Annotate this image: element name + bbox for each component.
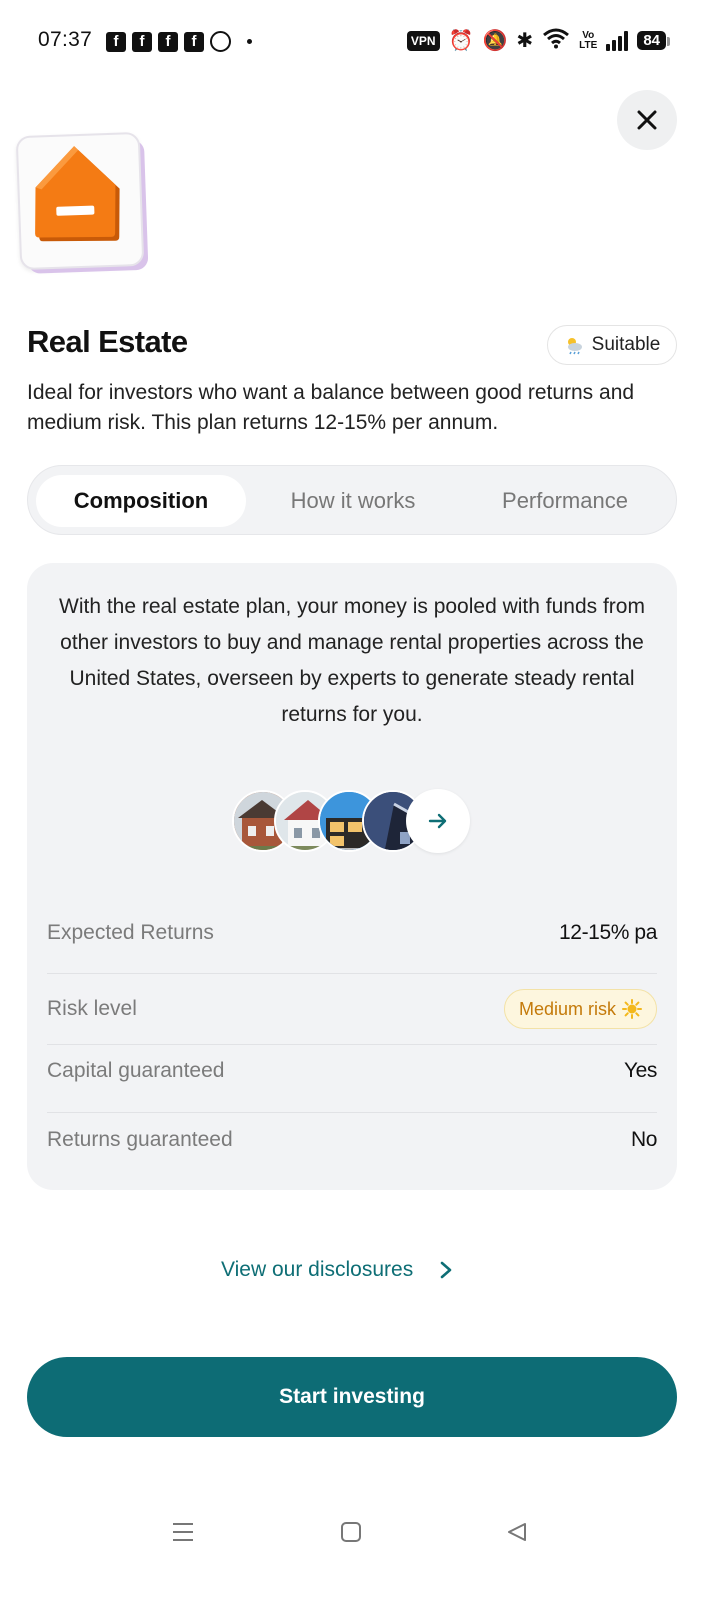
recent-apps-button[interactable] (169, 1518, 197, 1546)
facebook-icon: f (106, 31, 126, 52)
chevron-right-icon (440, 1261, 452, 1279)
divider (47, 1112, 657, 1113)
detail-row-risk-level: Risk level Medium risk (47, 989, 657, 1029)
tab-how-it-works[interactable]: How it works (248, 475, 458, 527)
detail-value: No (630, 1128, 657, 1151)
detail-row-expected-returns: Expected Returns 12-15% pa (47, 915, 657, 951)
divider (47, 1044, 657, 1045)
disclosures-link[interactable]: View our disclosures (221, 1258, 453, 1282)
tab-bar: Composition How it works Performance (27, 465, 677, 535)
menu-icon (173, 1523, 193, 1541)
detail-label: Risk level (47, 997, 137, 1020)
bluetooth-icon: ✱ (516, 29, 534, 52)
view-properties-button[interactable] (406, 789, 470, 853)
divider (47, 973, 657, 974)
sun-icon (622, 999, 642, 1019)
system-nav-bar (0, 1500, 720, 1564)
close-button[interactable] (617, 90, 677, 150)
volte-icon: Vo LTE (579, 30, 598, 51)
status-bar: 07:37 f f f f VPN ⏰ 🔕 ✱ Vo LTE 84 (0, 0, 720, 80)
risk-badge: Medium risk (503, 989, 657, 1029)
signal-icon (606, 30, 629, 51)
wifi-icon (542, 27, 570, 54)
back-triangle-icon (508, 1523, 526, 1541)
facebook-icon: f (158, 31, 178, 52)
notification-icons: f f f f (106, 31, 252, 52)
detail-label: Capital guaranteed (47, 1059, 225, 1082)
whatsapp-icon (210, 31, 231, 52)
home-square-icon (341, 1522, 361, 1542)
status-time: 07:37 (38, 28, 93, 51)
detail-value: 12-15% pa (559, 921, 657, 944)
tab-composition[interactable]: Composition (36, 475, 246, 527)
house-icon (35, 146, 120, 242)
composition-card: With the real estate plan, your money is… (27, 563, 677, 1190)
risk-value: Medium risk (518, 998, 616, 1019)
detail-row-capital-guaranteed: Capital guaranteed Yes (47, 1053, 657, 1089)
facebook-icon: f (132, 31, 152, 52)
sun-cloud-icon (567, 338, 582, 355)
detail-label: Returns guaranteed (47, 1128, 233, 1151)
volte-bottom: LTE (579, 39, 598, 51)
back-button[interactable] (503, 1518, 531, 1546)
home-button[interactable] (337, 1518, 365, 1546)
tab-performance[interactable]: Performance (460, 475, 670, 527)
detail-label: Expected Returns (47, 921, 214, 944)
battery-icon: 84 (637, 31, 670, 50)
system-icons: VPN ⏰ 🔕 ✱ Vo LTE 84 (406, 27, 670, 54)
start-investing-button[interactable]: Start investing (27, 1357, 677, 1437)
arrow-right-icon (428, 813, 447, 829)
page-title: Real Estate (27, 324, 188, 359)
alarm-icon: ⏰ (448, 29, 474, 52)
suitability-badge: Suitable (547, 325, 677, 365)
detail-row-returns-guaranteed: Returns guaranteed No (47, 1122, 657, 1158)
plan-illustration (15, 131, 145, 271)
plan-description: Ideal for investors who want a balance b… (27, 381, 635, 434)
detail-value: Yes (623, 1059, 657, 1082)
vpn-icon: VPN (406, 30, 440, 51)
property-thumbnails[interactable] (232, 789, 472, 854)
composition-text: With the real estate plan, your money is… (59, 595, 645, 726)
close-icon (637, 110, 657, 130)
facebook-icon: f (184, 31, 204, 52)
suitability-label: Suitable (591, 334, 661, 355)
mute-icon: 🔕 (482, 29, 508, 52)
more-notifications-icon (247, 39, 252, 44)
disclosures-label: View our disclosures (221, 1258, 414, 1281)
